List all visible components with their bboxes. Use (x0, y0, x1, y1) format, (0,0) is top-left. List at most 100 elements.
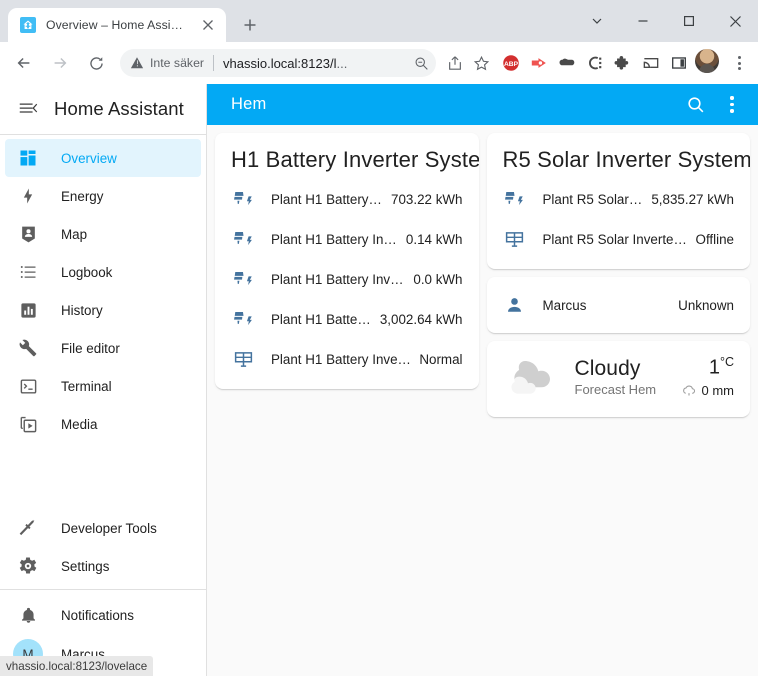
back-arrow-icon[interactable] (9, 48, 39, 78)
overflow-kebab-icon[interactable] (714, 87, 750, 123)
extension-cloud-icon[interactable] (554, 50, 580, 76)
sidebar-item-map[interactable]: Map (5, 215, 201, 253)
window-controls (574, 0, 758, 42)
format-list-bulleted-icon (16, 260, 40, 284)
table-row[interactable]: Plant H1 Battery Inverte… 703.22 kWh (231, 179, 463, 219)
weather-state: Cloudy (574, 357, 641, 381)
account-icon (503, 293, 527, 317)
sidebar-item-label: History (61, 302, 103, 318)
sidebar-item-label: Terminal (61, 378, 112, 394)
bell-icon (16, 603, 40, 627)
close-icon[interactable] (198, 15, 218, 35)
side-panel-icon[interactable] (666, 50, 692, 76)
ha-main: Hem H1 Battery Inverter System Plant H1 … (207, 84, 758, 676)
sidebar-item-file-editor[interactable]: File editor (5, 329, 201, 367)
cloudy-icon (503, 351, 565, 403)
gear-icon (16, 554, 40, 578)
sidebar-item-notifications[interactable]: Notifications (5, 596, 201, 634)
sidebar-item-developer-tools[interactable]: Developer Tools (5, 509, 201, 547)
tab-search-button[interactable] (574, 0, 620, 42)
table-row[interactable]: Marcus Unknown (503, 285, 734, 325)
entity-name: Plant R5 Solar Inverter Syste… (542, 231, 688, 247)
weather-temperature: 1°C (708, 355, 734, 379)
zoom-out-magnifier-icon[interactable] (408, 50, 434, 76)
lightning-bolt-icon (16, 184, 40, 208)
sidebar-item-energy[interactable]: Energy (5, 177, 201, 215)
extension-red-play-icon[interactable] (526, 50, 552, 76)
view-dashboard-icon (16, 146, 40, 170)
entity-value: 5,835.27 kWh (651, 191, 734, 207)
entity-list: Plant H1 Battery Inverte… 703.22 kWh Pla… (215, 179, 479, 389)
reload-icon[interactable] (81, 48, 111, 78)
browser-window: Overview – Home Assistant Inte säker vha… (0, 0, 758, 676)
extension-icons: ABP (498, 50, 692, 76)
table-row[interactable]: Plant H1 Battery Inverter Sy… 0.0 kWh (231, 259, 463, 299)
sidebar-item-label: Logbook (61, 264, 113, 280)
entity-name: Plant R5 Solar Inverter… (542, 191, 644, 207)
entity-list: Plant R5 Solar Inverter… 5,835.27 kWh Pl… (487, 179, 751, 269)
table-row[interactable]: Plant H1 Battery Inverter S… 0.14 kWh (231, 219, 463, 259)
weather-rainy-icon (682, 385, 695, 396)
card-h1-battery-inverter-system: H1 Battery Inverter System Plant H1 Batt… (215, 133, 479, 389)
weather-subtitle: Forecast Hem (574, 381, 657, 397)
sidebar-item-logbook[interactable]: Logbook (5, 253, 201, 291)
maximize-button[interactable] (666, 0, 712, 42)
map-marker-account-icon (16, 222, 40, 246)
entity-name: Plant H1 Battery Invert… (271, 311, 372, 327)
weather-values: 1°C 0 mm (681, 355, 734, 399)
sidebar-item-settings[interactable]: Settings (5, 547, 201, 585)
sidebar-item-overview[interactable]: Overview (5, 139, 201, 177)
new-tab-button[interactable] (236, 11, 264, 39)
address-bar[interactable]: Inte säker vhassio.local:8123/l... (120, 49, 436, 77)
solar-power-icon (231, 267, 255, 291)
entity-value: 0.14 kWh (405, 231, 463, 247)
profile-avatar[interactable] (695, 49, 723, 77)
bookmark-star-icon[interactable] (468, 50, 494, 76)
browser-tab[interactable]: Overview – Home Assistant (8, 8, 226, 42)
home-assistant-favicon (20, 17, 36, 33)
browser-status-bar: vhassio.local:8123/lovelace (0, 656, 154, 676)
sidebar-title: Home Assistant (54, 98, 184, 119)
console-prompt-icon (16, 374, 40, 398)
table-row[interactable]: Plant R5 Solar Inverter Syste… Offline (503, 219, 734, 259)
table-row[interactable]: Plant R5 Solar Inverter… 5,835.27 kWh (503, 179, 734, 219)
adblock-plus-extension-icon[interactable]: ABP (498, 50, 524, 76)
sidebar-item-history[interactable]: History (5, 291, 201, 329)
chrome-menu-kebab-icon[interactable] (726, 48, 752, 78)
page-title: Hem (231, 95, 267, 113)
table-row[interactable]: Plant H1 Battery Invert… 3,002.64 kWh (231, 299, 463, 339)
extensions-puzzle-icon[interactable] (610, 50, 636, 76)
wrench-icon (16, 336, 40, 360)
entity-value: 3,002.64 kWh (379, 311, 463, 327)
weather-body[interactable]: Cloudy Forecast Hem 1°C 0 mm (487, 341, 751, 417)
solar-power-icon (231, 187, 255, 211)
dashboard-column-left: H1 Battery Inverter System Plant H1 Batt… (211, 133, 483, 389)
toolbar-actions: ABP (442, 48, 752, 78)
url-text: vhassio.local:8123/l... (223, 55, 348, 71)
solar-panel-icon (231, 347, 255, 371)
sidebar-item-label: Map (61, 226, 88, 242)
sidebar-item-label: Media (61, 416, 98, 432)
table-row[interactable]: Plant H1 Battery Inverter Sys… Normal (231, 339, 463, 379)
entity-name: Plant H1 Battery Inverter Sys… (271, 351, 411, 367)
cast-icon[interactable] (638, 50, 664, 76)
sidebar-item-terminal[interactable]: Terminal (5, 367, 201, 405)
sidebar-item-media[interactable]: Media (5, 405, 201, 443)
sidebar-item-label: Developer Tools (61, 520, 157, 536)
close-window-button[interactable] (712, 0, 758, 42)
minimize-button[interactable] (620, 0, 666, 42)
hammer-icon (16, 516, 40, 540)
search-icon[interactable] (678, 87, 714, 123)
share-icon[interactable] (442, 50, 468, 76)
extension-ci-icon[interactable] (582, 50, 608, 76)
tab-strip: Overview – Home Assistant (0, 0, 758, 42)
card-title: R5 Solar Inverter System (502, 147, 751, 172)
card-title: H1 Battery Inverter System (231, 147, 479, 172)
sidebar-item-label: Overview (61, 150, 117, 166)
entity-list: Marcus Unknown (487, 277, 751, 333)
dashboard-column-right: R5 Solar Inverter System Plant R5 Solar … (483, 133, 755, 417)
collapse-sidebar-icon[interactable] (8, 89, 48, 129)
solar-power-icon (231, 227, 255, 251)
tab-title: Overview – Home Assistant (46, 18, 188, 32)
solar-power-icon (231, 307, 255, 331)
